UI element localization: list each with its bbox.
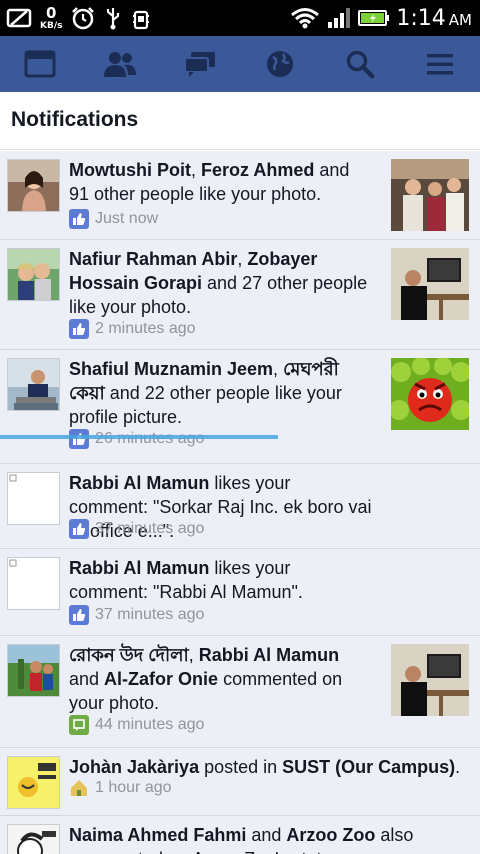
notifications-header: Notifications	[0, 92, 480, 150]
avatar	[7, 557, 60, 610]
like-icon	[69, 319, 89, 339]
notification-time: 2 minutes ago	[95, 320, 196, 337]
actor-name[interactable]: Mowtushi Poit	[69, 160, 191, 180]
actor-name[interactable]: Nafiur Rahman Abir	[69, 249, 237, 269]
wifi-icon	[290, 5, 320, 31]
photo-thumbnail[interactable]	[391, 159, 469, 231]
notification-item[interactable]: রোকন উদ দৌলা, Rabbi Al Mamun and Al-Zafo…	[0, 636, 480, 748]
like-icon	[69, 429, 89, 449]
text-separator: ,	[237, 249, 248, 269]
notification-body: .	[455, 757, 461, 777]
notification-meta: 2 minutes ago	[69, 319, 196, 339]
avatar	[7, 756, 60, 809]
notification-time: 26 minutes ago	[95, 430, 204, 448]
text-separator: and	[246, 825, 287, 845]
avatar	[7, 644, 60, 697]
text-separator: and	[69, 669, 105, 689]
comment-icon	[69, 715, 89, 735]
avatar	[7, 472, 60, 525]
friends-icon[interactable]	[90, 39, 150, 89]
notification-text: Mowtushi Poit, Feroz Ahmed and 91 other …	[69, 158, 374, 206]
notification-meta: Just now	[69, 209, 158, 229]
page-title: Notifications	[11, 108, 139, 131]
text-separator: ,	[273, 359, 284, 379]
photo-icon	[6, 5, 32, 31]
network-speed: 0 KB/s	[40, 3, 63, 31]
like-icon	[69, 519, 89, 539]
notification-time: 37 minutes ago	[95, 520, 205, 537]
text-separator: posted in	[199, 757, 283, 777]
notification-text: Nafiur Rahman Abir, Zobayer Hossain Gora…	[69, 247, 374, 319]
actor-name[interactable]: Feroz Ahmed	[201, 160, 314, 180]
notification-meta: 37 minutes ago	[69, 605, 204, 625]
notification-item[interactable]: Shafiul Muznamin Jeem, মেঘপরী কেয়া and …	[0, 350, 480, 464]
notification-text: Naima Ahmed Fahmi and Arzoo Zoo also com…	[69, 823, 469, 854]
notification-time: 44 minutes ago	[95, 716, 205, 733]
actor-name[interactable]: Rabbi Al Mamun	[199, 645, 339, 665]
photo-thumbnail[interactable]	[391, 644, 469, 716]
group-name[interactable]: SUST (Our Campus)	[282, 757, 455, 777]
notification-item[interactable]: Naima Ahmed Fahmi and Arzoo Zoo also com…	[0, 816, 480, 854]
text-separator: ,	[188, 645, 199, 665]
notification-time: Just now	[95, 210, 159, 227]
actor-name[interactable]: Al-Zafor Onie	[104, 669, 218, 689]
avatar	[7, 358, 60, 411]
globe-icon[interactable]	[250, 39, 310, 89]
notification-meta: 37 minutes ago	[69, 519, 204, 539]
actor-name[interactable]: Johàn Jakàriya	[69, 757, 199, 777]
notification-item[interactable]: Nafiur Rahman Abir, Zobayer Hossain Gora…	[0, 240, 480, 350]
actor-name[interactable]: Naima Ahmed Fahmi	[69, 825, 246, 845]
battery-icon	[358, 5, 390, 31]
status-bar: 0 KB/s 1:14 AM	[0, 0, 480, 36]
clock: 1:14 AM	[396, 6, 472, 31]
actor-name[interactable]: Arzoo Zoo	[286, 825, 375, 845]
notification-time: 1 hour ago	[95, 779, 172, 796]
speed-value: 0	[46, 3, 57, 22]
text-separator: ,	[190, 160, 201, 180]
notification-time: 37 minutes ago	[95, 606, 205, 623]
actor-name[interactable]: রোকন উদ দৌলা	[69, 645, 189, 665]
actor-name[interactable]: Rabbi Al Mamun	[69, 473, 209, 493]
avatar	[7, 159, 60, 212]
notification-item[interactable]: Rabbi Al Mamun likes your comment: "Rabb…	[0, 549, 480, 636]
avatar	[7, 824, 60, 854]
notification-item[interactable]: Rabbi Al Mamun likes your comment: "Sork…	[0, 464, 480, 549]
news-feed-icon[interactable]	[10, 39, 70, 89]
clock-ampm: AM	[448, 10, 472, 29]
notification-item[interactable]: Mowtushi Poit, Feroz Ahmed and 91 other …	[0, 151, 480, 240]
debug-icon	[130, 5, 152, 31]
notification-text: Rabbi Al Mamun likes your comment: "Rabb…	[69, 556, 374, 604]
avatar	[7, 248, 60, 301]
photo-thumbnail[interactable]	[391, 248, 469, 320]
clock-time: 1:14	[396, 5, 446, 31]
top-nav-bar	[0, 36, 480, 92]
notification-body: and 22 other people like your profile pi…	[69, 383, 342, 427]
alarm-icon	[70, 5, 96, 31]
photo-thumbnail[interactable]	[391, 358, 469, 430]
group-icon	[69, 778, 89, 798]
like-icon	[69, 605, 89, 625]
notification-text: Johàn Jakàriya posted in SUST (Our Campu…	[69, 755, 469, 779]
scroll-indicator	[0, 435, 278, 439]
menu-icon[interactable]	[410, 39, 470, 89]
speed-unit: KB/s	[40, 20, 63, 31]
notification-item[interactable]: Johàn Jakàriya posted in SUST (Our Campu…	[0, 748, 480, 816]
signal-icon	[326, 5, 352, 31]
messages-icon[interactable]	[170, 39, 230, 89]
notification-text: রোকন উদ দৌলা, Rabbi Al Mamun and Al-Zafo…	[69, 643, 374, 715]
actor-name[interactable]: Rabbi Al Mamun	[69, 558, 209, 578]
notification-text: Shafiul Muznamin Jeem, মেঘপরী কেয়া and …	[69, 357, 374, 429]
search-icon[interactable]	[330, 39, 390, 89]
actor-name[interactable]: Shafiul Muznamin Jeem	[69, 359, 273, 379]
notification-meta: 1 hour ago	[69, 778, 172, 798]
notification-meta: 44 minutes ago	[69, 715, 204, 735]
notification-list[interactable]: Mowtushi Poit, Feroz Ahmed and 91 other …	[0, 151, 480, 854]
like-icon	[69, 209, 89, 229]
usb-icon	[104, 5, 122, 31]
notification-meta: 26 minutes ago	[69, 429, 204, 449]
